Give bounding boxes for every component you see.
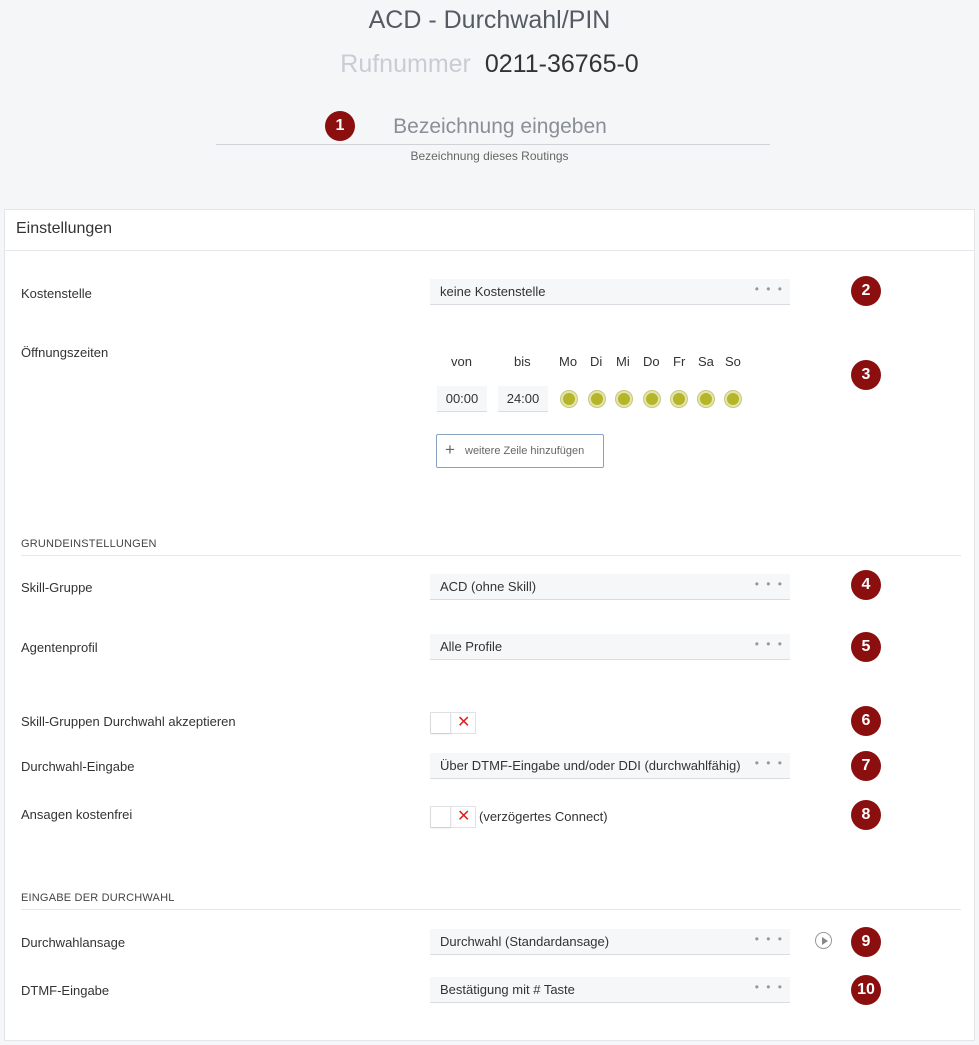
skill-durchwahl-label: Skill-Gruppen Durchwahl akzeptieren: [21, 714, 236, 729]
agentenprofil-value: Alle Profile: [440, 639, 503, 654]
hours-day-do: Do: [643, 354, 660, 369]
routing-name-hint: Bezeichnung dieses Routings: [410, 149, 569, 163]
play-icon[interactable]: [815, 932, 832, 949]
hours-von-input[interactable]: 00:00: [437, 386, 487, 412]
page-header: ACD - Durchwahl/PIN Rufnummer 0211-36765-…: [0, 0, 979, 209]
skill-gruppe-value: ACD (ohne Skill): [440, 579, 537, 594]
hours-day-mi: Mi: [616, 354, 630, 369]
kostenstelle-label: Kostenstelle: [21, 286, 92, 301]
durchwahl-eingabe-value: Über DTMF-Eingabe und/oder DDI (durchwah…: [440, 758, 741, 773]
settings-divider: [5, 250, 974, 251]
toggle-knob: [431, 807, 451, 827]
step-badge-5: 5: [851, 632, 881, 662]
hours-day-di: Di: [590, 354, 603, 369]
day-toggle-do[interactable]: [644, 391, 660, 407]
step-badge-1: 1: [325, 111, 355, 141]
ansagen-kostenfrei-toggle[interactable]: ✕: [430, 806, 476, 828]
day-toggle-di[interactable]: [589, 391, 605, 407]
hours-col-von: von: [451, 354, 472, 369]
oeffnungszeiten-label: Öffnungszeiten: [21, 345, 109, 360]
more-options-icon[interactable]: • • •: [755, 932, 784, 946]
agentenprofil-label: Agentenprofil: [21, 640, 98, 655]
dtmf-eingabe-select[interactable]: Bestätigung mit # Taste • • •: [430, 977, 790, 1003]
step-badge-8: 8: [851, 800, 881, 830]
skill-durchwahl-toggle[interactable]: ✕: [430, 712, 476, 734]
hours-bis-input[interactable]: 24:00: [498, 386, 548, 412]
step-badge-7: 7: [851, 751, 881, 781]
add-hours-row-label: weitere Zeile hinzufügen: [465, 445, 585, 457]
skill-gruppe-label: Skill-Gruppe: [21, 580, 93, 595]
hours-day-fr: Fr: [673, 354, 686, 369]
durchwahlansage-label: Durchwahlansage: [21, 935, 126, 950]
durchwahl-eingabe-label: Durchwahl-Eingabe: [21, 759, 135, 774]
step-badge-9: 9: [851, 927, 881, 957]
step-badge-4: 4: [851, 570, 881, 600]
step-badge-3: 3: [851, 360, 881, 390]
section-divider: [21, 909, 961, 910]
toggle-knob: [431, 713, 451, 733]
settings-card: Einstellungen Kostenstelle keine Kostens…: [4, 209, 975, 1041]
rufnummer-label: Rufnummer: [340, 50, 471, 78]
page-title: ACD - Durchwahl/PIN: [368, 6, 611, 34]
section-grundeinstellungen: GRUNDEINSTELLUNGEN: [21, 538, 157, 550]
hours-day-mo: Mo: [559, 354, 578, 369]
more-options-icon[interactable]: • • •: [755, 577, 784, 591]
section-eingabe-durchwahl: EINGABE DER DURCHWAHL: [21, 892, 175, 904]
hours-day-so: So: [725, 354, 741, 369]
settings-title: Einstellungen: [16, 220, 113, 237]
dtmf-eingabe-label: DTMF-Eingabe: [21, 983, 110, 998]
skill-gruppe-select[interactable]: ACD (ohne Skill) • • •: [430, 574, 790, 600]
dtmf-eingabe-value: Bestätigung mit # Taste: [440, 982, 575, 997]
day-toggle-fr[interactable]: [671, 391, 687, 407]
rufnummer-value: 0211-36765-0: [484, 50, 639, 78]
more-options-icon[interactable]: • • •: [755, 282, 784, 296]
routing-name-input[interactable]: [216, 110, 770, 143]
durchwahlansage-value: Durchwahl (Standardansage): [440, 934, 610, 949]
add-hours-row-button[interactable]: + weitere Zeile hinzufügen: [436, 434, 604, 468]
ansagen-kostenfrei-label: Ansagen kostenfrei: [21, 807, 133, 822]
routing-name-wrapper: [216, 110, 770, 145]
kostenstelle-select[interactable]: keine Kostenstelle • • •: [430, 279, 790, 305]
toggle-off-icon: ✕: [457, 714, 471, 731]
step-badge-10: 10: [851, 975, 881, 1005]
durchwahl-eingabe-select[interactable]: Über DTMF-Eingabe und/oder DDI (durchwah…: [430, 753, 790, 779]
rufnummer-line: Rufnummer 0211-36765-0: [0, 50, 979, 79]
plus-icon: +: [445, 440, 455, 459]
hours-col-bis: bis: [514, 354, 531, 369]
step-badge-2: 2: [851, 276, 881, 306]
more-options-icon[interactable]: • • •: [755, 980, 784, 994]
day-toggle-sa[interactable]: [698, 391, 714, 407]
agentenprofil-select[interactable]: Alle Profile • • •: [430, 634, 790, 660]
hours-day-sa: Sa: [698, 354, 714, 369]
section-divider: [21, 555, 961, 556]
day-toggle-mo[interactable]: [561, 391, 577, 407]
kostenstelle-value: keine Kostenstelle: [440, 284, 546, 299]
toggle-off-icon: ✕: [457, 808, 471, 825]
more-options-icon[interactable]: • • •: [755, 637, 784, 651]
ansagen-kostenfrei-note: (verzögertes Connect): [479, 809, 608, 824]
day-toggle-so[interactable]: [725, 391, 741, 407]
more-options-icon[interactable]: • • •: [755, 756, 784, 770]
step-badge-6: 6: [851, 706, 881, 736]
day-toggle-mi[interactable]: [616, 391, 632, 407]
durchwahlansage-select[interactable]: Durchwahl (Standardansage) • • •: [430, 929, 790, 955]
